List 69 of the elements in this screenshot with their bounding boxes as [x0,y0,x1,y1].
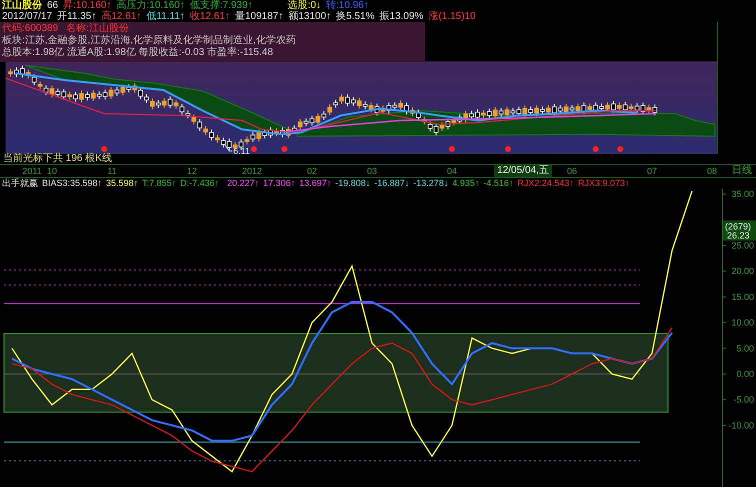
quote-date: 2012/07/17 [2,11,52,22]
price-label: 6.11 [233,146,250,154]
indicator-value: RJX2:24.543↑ [517,178,574,189]
axis-label: 25.00 [731,240,754,251]
indicator-value: 4.935↑ [452,178,480,189]
info-text: 板块:江苏,金融参股,江苏沿海,化学原料及化学制品制造业,化学农药 [2,35,297,46]
info-text: 总股本:1.98亿 流通A股:1.98亿 每股收益:-0.03 市盈率:-115.48 [2,47,274,59]
signal-dot [617,146,624,152]
axis-label: 2012 [242,165,262,177]
cursor-date: 12/05/04,五 [494,165,552,177]
indicator-value: T:7.855↑ [142,178,176,189]
quote-value: 低11.11↑ [146,11,185,22]
indicator-value: -19.808↓ [335,178,370,189]
indicator-value: 13.697↑ [299,178,332,189]
indicator-value: -4.516↑ [483,178,514,189]
leader-line [224,144,233,152]
quote-value: 低支撑:7.939↑ [190,0,253,11]
axis-label: 02 [307,165,317,177]
indicator-value: -13.278↓ [413,178,448,189]
axis-label: 20.00 [731,266,754,276]
quote-value: 选股:0↓ [288,0,322,11]
axis-label: 06 [567,165,577,177]
signal-dot [592,146,599,152]
axis-label: 11 [107,165,117,177]
axis-label: 35.00 [731,189,754,200]
badge-count: (2679) [725,222,752,232]
quote-value: 量109187↑ [234,11,284,22]
quote-value: 额13100↑ [288,11,332,22]
quote-value: 涨(1.15)10 [428,11,476,22]
axis-label: -10.00 [728,420,754,430]
quote-value: 66 [47,0,58,11]
signal-dot [505,146,511,152]
period-label: 日线 [732,165,752,177]
axis-label: 08 [707,165,717,177]
indicator-value: 17.306↑ [263,178,296,189]
axis-label: 03 [367,165,377,177]
axis-label: -5.00 [733,394,754,405]
badge-value: 26.23 [727,230,750,241]
axis-label: 15.00 [731,292,754,302]
quote-value: 转:10.96↑ [326,0,369,11]
quote-value: 昇:10.160↑ [63,0,112,11]
signal-dot [250,146,257,152]
indicator-value: D:-7.436↑ [180,178,220,189]
indicator-value: 20.227↑ [227,178,260,189]
cursor-info: 当前光标下共 196 根K线 [2,154,112,164]
stock-name: 名称:江山股份 [66,23,129,34]
quote-value: 换5.51% [336,11,375,22]
quote-value: 高12.61↑ [101,11,142,22]
axis-label: 10.00 [731,318,754,328]
axis-label: 12 [187,165,197,177]
indicator-value: RJX3:9.073↑ [578,178,630,189]
indicator-value: 35.598↑ [106,178,138,189]
signal-dot [101,146,108,152]
indicator-value: -16.887↓ [374,178,410,189]
value-badge [723,220,756,241]
quote-value: 开11.35↑ [57,11,96,22]
stock-code: 代码:600389 [2,23,58,34]
quote-value: 振13.09% [380,11,424,22]
signal-dot [281,146,288,152]
axis-label: 10 [47,165,57,177]
indicator-value: BIAS3:35.598↑ [42,178,102,189]
indicator-title: 出手就赢 [2,178,38,189]
axis-label: 2011 [22,165,42,177]
signal-dot [448,146,455,152]
quote-value: 收12.61↑ [190,11,230,22]
axis-label: 07 [647,165,657,177]
axis-label: 0.00 [736,368,754,379]
axis-label: 5.00 [736,343,754,354]
axis-label: 04 [447,165,457,177]
